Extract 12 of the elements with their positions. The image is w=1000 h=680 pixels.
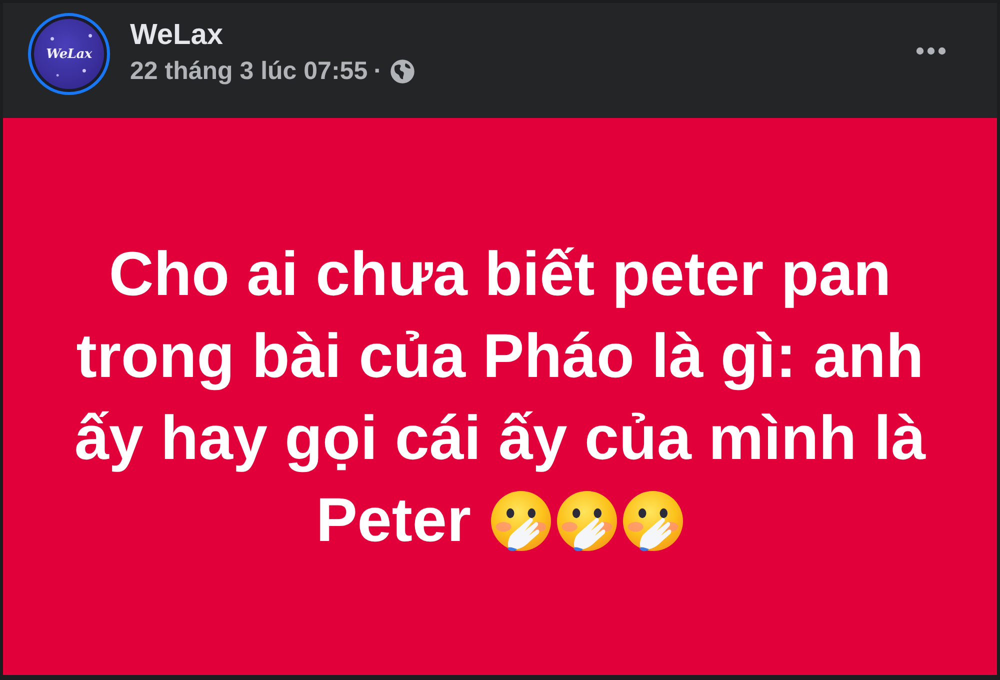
hand-over-mouth-emoji-icon <box>622 490 684 552</box>
more-dots-icon <box>916 47 946 55</box>
post-text: Cho ai chưa biết peter pan trong bài của Pháo là gì: anh ấy hay gọi cái ấy của mình là <box>73 238 927 474</box>
post-timestamp[interactable]: 22 tháng 3 lúc 07:55 <box>130 56 368 86</box>
hand-over-mouth-emoji-icon <box>490 490 552 552</box>
globe-icon[interactable] <box>390 58 415 84</box>
hand-over-mouth-emoji-icon <box>556 490 618 552</box>
avatar-logo-text: WeLax <box>46 46 92 62</box>
separator-text: · <box>374 56 382 86</box>
post-text-last-word: Peter <box>316 484 472 556</box>
page-name[interactable]: WeLax <box>130 18 223 52</box>
page-avatar[interactable]: WeLax <box>28 13 110 95</box>
